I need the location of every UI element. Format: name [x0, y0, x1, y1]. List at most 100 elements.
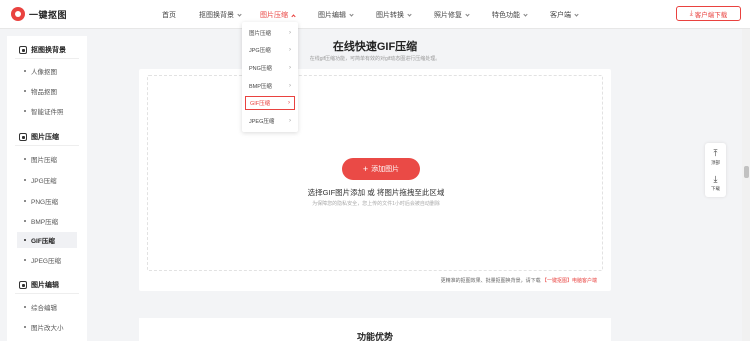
chevron-right-icon: › [289, 83, 291, 89]
dropdown-item-label: JPG压缩 [249, 48, 271, 54]
nav-item-label: 抠图换背景 [199, 12, 234, 19]
page-title: 在线快速GIF压缩 [332, 41, 418, 53]
sidebar-item-id-photo[interactable]: 智能证件照 [17, 103, 77, 119]
sidebar-item-label: PNG压缩 [31, 199, 59, 206]
download-icon: ⤓ [713, 173, 718, 184]
sidebar-section-title: 图片编辑 [31, 282, 59, 289]
upload-drop-zone[interactable]: + 添加图片 选择GIF图片添加 或 将图片拖拽至此区域 为保障您的隐私安全，您… [147, 75, 603, 271]
divider [15, 293, 79, 294]
divider [15, 145, 79, 146]
sidebar-item-compress[interactable]: 图片压缩 [17, 151, 77, 167]
nav-item-label: 图片压缩 [260, 12, 288, 19]
nav-item-label: 照片修复 [434, 12, 462, 19]
features-title: 功能优势 [356, 332, 393, 341]
sidebar-item-jpeg[interactable]: JPEG压缩 [17, 252, 77, 268]
float-download-label: 下载 [711, 185, 720, 191]
back-to-top-button[interactable]: ⤒ 顶部 [705, 145, 726, 169]
bullet-icon [24, 239, 26, 241]
sidebar-item-label: 智能证件照 [31, 109, 64, 116]
sidebar-section-compress[interactable]: 图片压缩 [19, 132, 59, 142]
sidebar-item-resize[interactable]: 图片改大小 [17, 319, 77, 335]
chevron-up-icon [291, 14, 296, 19]
top-navbar: 一键抠图 首页 抠图换背景 图片压缩 图片编辑 图片转换 照片修复 特色功能 客… [0, 0, 750, 29]
divider [15, 58, 79, 59]
client-download-button[interactable]: ⤓ 客户端下载 [676, 6, 741, 21]
float-download-button[interactable]: ⤓ 下载 [705, 171, 726, 195]
nav-item-convert[interactable]: 图片转换 [376, 10, 412, 20]
nav-item-special[interactable]: 特色功能 [492, 10, 528, 20]
logo[interactable]: 一键抠图 [11, 7, 67, 21]
bullet-icon [24, 220, 26, 222]
chevron-right-icon: › [289, 47, 291, 53]
sidebar-item-jpg[interactable]: JPG压缩 [17, 172, 77, 188]
plus-icon: + [362, 163, 369, 174]
floating-side-panel: ⤒ 顶部 ⤓ 下载 [705, 143, 726, 197]
sidebar-item-gif[interactable]: GIF压缩 [17, 232, 77, 248]
sidebar-item-general-edit[interactable]: 综合编辑 [17, 299, 77, 315]
dropdown-item-jpg[interactable]: JPG压缩 › [245, 43, 295, 57]
bullet-icon [24, 90, 26, 92]
chevron-right-icon: › [289, 30, 291, 36]
nav-item-client[interactable]: 客户端 [550, 10, 579, 20]
nav-item-label: 客户端 [550, 12, 571, 19]
bullet-icon [24, 200, 26, 202]
dropdown-item-gif[interactable]: GIF压缩 › [245, 96, 295, 110]
sidebar-item-png[interactable]: PNG压缩 [17, 193, 77, 209]
sidebar-item-label: 综合编辑 [31, 305, 57, 312]
dropdown-item-label: PNG压缩 [249, 66, 272, 72]
page-scrollbar[interactable] [742, 29, 750, 341]
compress-dropdown-menu: 图片压缩 › JPG压缩 › PNG压缩 › BMP压缩 › GIF压缩 › JPEG压缩… [242, 22, 298, 132]
sidebar-section-title: 抠图换背景 [31, 47, 66, 54]
scrollbar-thumb[interactable] [743, 166, 749, 178]
back-to-top-label: 顶部 [711, 159, 720, 165]
privacy-notice: 为保障您的隐私安全，您上传的文件1小时后会被自动删除 [312, 201, 440, 207]
sidebar-item-bmp[interactable]: BMP压缩 [17, 213, 77, 229]
client-download-link[interactable]: 【一键抠图】电脑客户端 [542, 278, 597, 284]
dropdown-item-label: 图片压缩 [249, 31, 272, 37]
sidebar-section-title: 图片压缩 [31, 134, 59, 141]
nav-item-compress[interactable]: 图片压缩 [260, 10, 296, 20]
chevron-down-icon [574, 12, 579, 17]
bullet-icon [24, 158, 26, 160]
sidebar-item-label: 图片改大小 [31, 325, 64, 332]
sidebar-item-object[interactable]: 物品抠图 [17, 83, 77, 99]
dropdown-item-png[interactable]: PNG压缩 › [245, 61, 295, 75]
nav-item-label: 特色功能 [492, 12, 520, 19]
chevron-down-icon [523, 12, 528, 17]
nav-item-home[interactable]: 首页 [162, 10, 176, 20]
chevron-down-icon [465, 12, 470, 17]
sidebar: 抠图换背景 人像抠图 物品抠图 智能证件照 图片压缩 图片压缩 JPG压缩 PN… [7, 36, 87, 341]
dropdown-item-compress[interactable]: 图片压缩 › [245, 26, 295, 40]
dropdown-item-label: BMP压缩 [249, 84, 272, 90]
category-icon [19, 46, 27, 54]
sidebar-item-label: 物品抠图 [31, 89, 57, 96]
nav-item-edit[interactable]: 图片编辑 [318, 10, 354, 20]
category-icon [19, 133, 27, 141]
bullet-icon [24, 306, 26, 308]
sidebar-item-portrait[interactable]: 人像抠图 [17, 63, 77, 79]
client-hint-text: 更精准的抠图效果、批量抠图换背景，请下载 [440, 278, 541, 284]
download-icon: ⤓ [689, 10, 693, 17]
nav-item-repair[interactable]: 照片修复 [434, 10, 470, 20]
dropdown-item-jpeg[interactable]: JPEG压缩 › [245, 114, 295, 128]
sidebar-section-edit[interactable]: 图片编辑 [19, 280, 59, 290]
chevron-down-icon [237, 12, 242, 17]
sidebar-item-label: JPEG压缩 [31, 258, 61, 265]
bullet-icon [24, 179, 26, 181]
sidebar-item-label: JPG压缩 [31, 178, 57, 185]
bullet-icon [24, 326, 26, 328]
sidebar-section-cutout[interactable]: 抠图换背景 [19, 45, 66, 55]
dropdown-item-bmp[interactable]: BMP压缩 › [245, 79, 295, 93]
logo-icon [11, 7, 25, 21]
add-image-button[interactable]: + 添加图片 [342, 158, 420, 180]
nav-item-label: 图片转换 [376, 12, 404, 19]
chevron-right-icon: › [289, 65, 291, 71]
upload-card: + 添加图片 选择GIF图片添加 或 将图片拖拽至此区域 为保障您的隐私安全，您… [139, 69, 611, 291]
chevron-right-icon: › [289, 118, 291, 124]
chevron-down-icon [407, 12, 412, 17]
bullet-icon [24, 259, 26, 261]
client-hint: 更精准的抠图效果、批量抠图换背景，请下载 【一键抠图】电脑客户端 [441, 277, 597, 284]
bullet-icon [24, 110, 26, 112]
logo-text: 一键抠图 [29, 9, 68, 20]
nav-item-cutout-bg[interactable]: 抠图换背景 [199, 10, 242, 20]
